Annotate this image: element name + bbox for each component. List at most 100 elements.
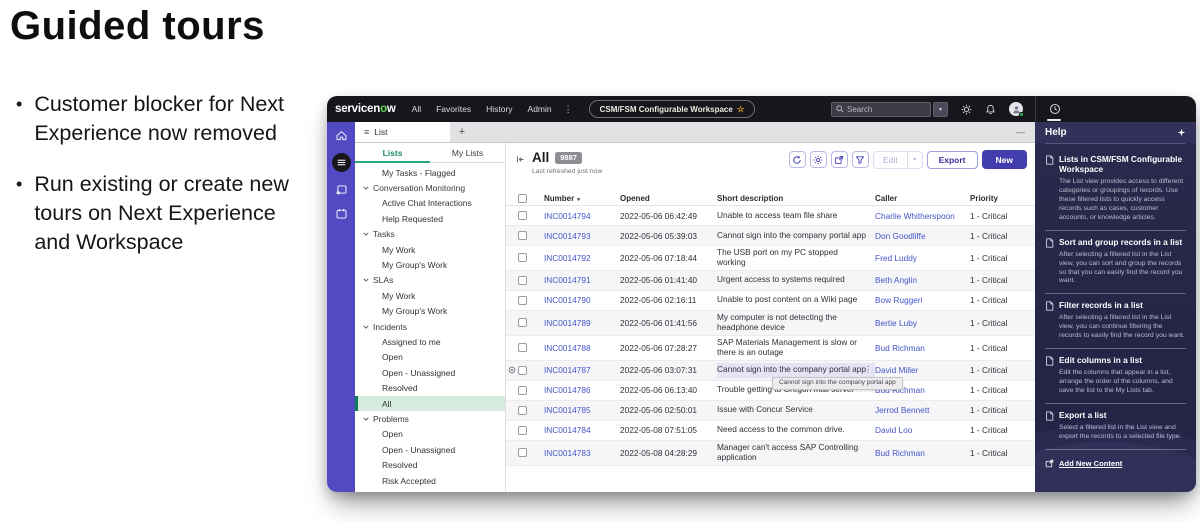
row-checkbox[interactable] — [518, 385, 527, 395]
nav-item-history[interactable]: History — [486, 104, 512, 114]
cell-menu-icon[interactable]: ⋮ — [864, 365, 872, 375]
list-item[interactable]: Help Requested — [355, 211, 505, 226]
row-checkbox[interactable] — [518, 365, 527, 375]
table-row[interactable]: INC0014790 2022-05-06 02:16:11 Unable to… — [506, 291, 1035, 311]
column-header-caller[interactable]: Caller — [875, 194, 970, 203]
edit-button[interactable]: Edit — [872, 150, 908, 169]
list-group[interactable]: Tasks — [355, 227, 505, 242]
table-row-hovered[interactable]: INC0014787 2022-05-06 03:07:31 Cannot si… — [506, 360, 1035, 390]
list-item[interactable]: Active Chat Interactions — [355, 196, 505, 211]
search-input[interactable] — [847, 104, 917, 114]
nav-item-favorites[interactable]: Favorites — [436, 104, 471, 114]
select-all-checkbox[interactable] — [518, 193, 527, 203]
row-checkbox[interactable] — [518, 275, 527, 285]
add-new-content-link[interactable]: Add New Content — [1045, 459, 1186, 468]
nav-item-all[interactable]: All — [412, 104, 421, 114]
new-button[interactable]: New — [981, 150, 1027, 169]
list-group[interactable]: Conversation Monitoring — [355, 180, 505, 195]
table-row[interactable]: INC0014794 2022-05-06 06:42:49 Unable to… — [506, 206, 1035, 226]
table-row[interactable]: INC0014789 2022-05-06 01:41:56 My comput… — [506, 310, 1035, 336]
refresh-button[interactable] — [788, 151, 806, 168]
calendar-icon[interactable] — [335, 207, 348, 220]
column-header-priority[interactable]: Priority — [970, 194, 1035, 203]
list-item[interactable]: My Group's Work — [355, 304, 505, 319]
caller-link[interactable]: Beth Anglin — [875, 275, 970, 285]
incident-number-link[interactable]: INC0014787 — [544, 365, 620, 375]
table-row[interactable]: INC0014791 2022-05-06 01:41:40 Urgent ac… — [506, 270, 1035, 291]
list-item[interactable]: Risk Accepted — [355, 473, 505, 488]
incident-number-link[interactable]: INC0014789 — [544, 318, 620, 328]
help-article[interactable]: Filter records in a list After selecting… — [1045, 294, 1186, 350]
incident-number-link[interactable]: INC0014788 — [544, 343, 620, 353]
servicenow-logo[interactable]: servicenow — [335, 103, 396, 115]
incident-number-link[interactable]: INC0014784 — [544, 425, 620, 435]
caller-link[interactable]: Charlie Whitherspoon — [875, 211, 970, 221]
help-article[interactable]: Edit columns in a list Edit the columns … — [1045, 349, 1186, 405]
list-group[interactable]: SLAs — [355, 273, 505, 288]
row-checkbox[interactable] — [518, 405, 527, 415]
caller-link[interactable]: Jerrod Bennett — [875, 405, 970, 415]
caller-link[interactable]: David Miller — [875, 365, 970, 375]
workspace-icon[interactable] — [335, 183, 348, 196]
favorite-star-icon[interactable]: ☆ — [737, 104, 745, 115]
help-article[interactable]: Lists in CSM/FSM Configurable Workspace … — [1045, 148, 1186, 231]
table-row[interactable]: INC0014793 2022-05-06 05:39:03 Cannot si… — [506, 226, 1035, 246]
gear-icon[interactable] — [961, 104, 972, 115]
incident-number-link[interactable]: INC0014792 — [544, 253, 620, 263]
caller-link[interactable]: Don Goodliffe — [875, 231, 970, 241]
help-panel-tab[interactable] — [1036, 96, 1196, 122]
row-checkbox[interactable] — [518, 231, 527, 240]
avatar[interactable] — [1009, 102, 1024, 117]
list-item[interactable]: Open - Unassigned — [355, 365, 505, 380]
workspace-title-pill[interactable]: CSM/FSM Configurable Workspace ☆ — [588, 100, 756, 118]
collapse-panel-icon[interactable] — [516, 155, 525, 164]
search-box[interactable] — [831, 101, 931, 117]
list-item[interactable]: Open - Unassigned — [355, 442, 505, 457]
row-checkbox[interactable] — [518, 253, 527, 263]
list-item[interactable]: Open — [355, 350, 505, 365]
column-header-number[interactable]: Number ▾ — [544, 194, 620, 203]
table-row[interactable]: INC0014784 2022-05-08 07:51:05 Need acce… — [506, 421, 1035, 441]
column-header-opened[interactable]: Opened — [620, 194, 717, 203]
caller-link[interactable]: Bertie Luby — [875, 318, 970, 328]
caller-link[interactable]: Fred Luddy — [875, 253, 970, 263]
incident-number-link[interactable]: INC0014786 — [544, 385, 620, 395]
collapse-header-icon[interactable]: — — [1016, 127, 1025, 137]
edit-dropdown-icon[interactable]: ▾ — [907, 150, 923, 169]
search-scope-dropdown[interactable]: ▾ — [933, 101, 948, 117]
incident-number-link[interactable]: INC0014794 — [544, 211, 620, 221]
row-checkbox[interactable] — [518, 295, 527, 305]
table-row[interactable]: INC0014786 2022-05-06 06:13:40 Trouble g… — [506, 381, 1035, 401]
tab-lists[interactable]: Lists — [355, 143, 430, 163]
list-group[interactable]: Incidents — [355, 319, 505, 334]
table-row[interactable]: INC0014783 2022-05-08 04:28:29 Manager c… — [506, 440, 1035, 466]
incident-number-link[interactable]: INC0014790 — [544, 295, 620, 305]
caller-link[interactable]: Bow Ruggeri — [875, 295, 970, 305]
list-group[interactable]: Problems — [355, 411, 505, 426]
list-item[interactable]: Open — [355, 427, 505, 442]
export-button[interactable]: Export — [926, 150, 978, 169]
table-row[interactable]: INC0014785 2022-05-06 02:50:01 Issue wit… — [506, 400, 1035, 421]
sparkle-icon[interactable] — [1177, 128, 1186, 137]
row-checkbox[interactable] — [518, 343, 527, 353]
tab-list[interactable]: ≡ List — [355, 122, 450, 142]
list-item-all-selected[interactable]: All — [355, 395, 505, 412]
list-item[interactable]: My Tasks - Flagged — [355, 165, 505, 180]
column-header-short-description[interactable]: Short description — [717, 194, 875, 203]
caller-link[interactable]: Bud Richman — [875, 343, 970, 353]
help-article[interactable]: Export a list Select a filtered list in … — [1045, 404, 1186, 451]
row-checkbox[interactable] — [518, 318, 527, 328]
list-menu-icon[interactable] — [331, 153, 351, 172]
filter-button[interactable] — [851, 151, 869, 168]
table-row[interactable]: INC0014788 2022-05-06 07:28:27 SAP Mater… — [506, 336, 1035, 361]
table-row[interactable]: INC0014792 2022-05-06 07:18:44 The USB p… — [506, 246, 1035, 271]
incident-number-link[interactable]: INC0014791 — [544, 275, 620, 285]
help-article[interactable]: Sort and group records in a list After s… — [1045, 231, 1186, 295]
preview-record-icon[interactable] — [508, 366, 516, 374]
row-checkbox[interactable] — [518, 211, 527, 220]
incident-number-link[interactable]: INC0014793 — [544, 231, 620, 241]
incident-number-link[interactable]: INC0014783 — [544, 448, 620, 458]
home-icon[interactable] — [335, 129, 348, 142]
list-settings-button[interactable] — [809, 151, 827, 168]
list-item[interactable]: My Work — [355, 288, 505, 303]
